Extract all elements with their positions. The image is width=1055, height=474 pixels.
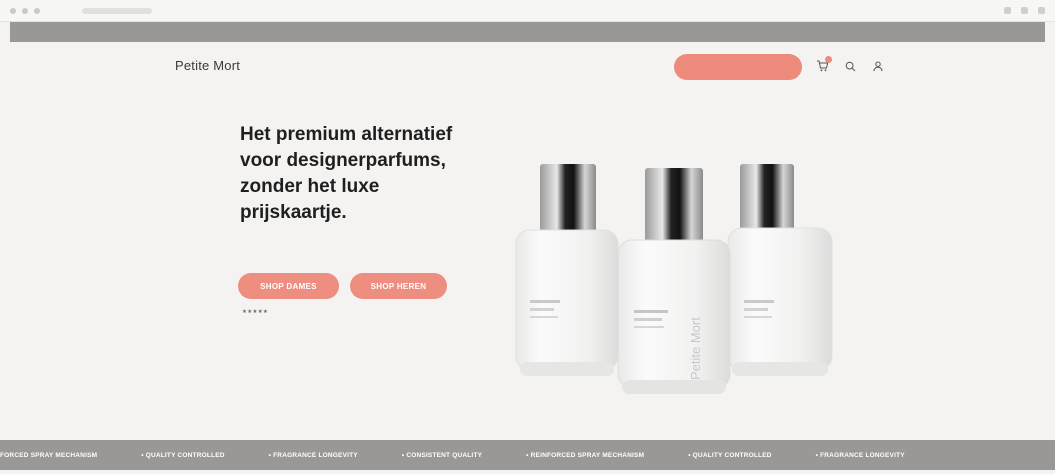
rating-summary: ★★★★★ xyxy=(242,309,271,315)
announcement-bar xyxy=(10,22,1045,42)
hero-buttons: SHOP DAMES SHOP HEREN xyxy=(238,273,447,299)
download-icon[interactable] xyxy=(1038,7,1045,14)
bottle-left xyxy=(515,164,619,376)
search-icon[interactable] xyxy=(843,59,857,73)
extension-icon[interactable] xyxy=(1004,7,1011,14)
header-cta-button[interactable] xyxy=(674,54,802,80)
site-header: Petite Mort xyxy=(0,48,1055,88)
bottle-right xyxy=(727,164,833,376)
hero-title: Het premium alternatief voor designerpar… xyxy=(240,124,453,223)
back-icon[interactable] xyxy=(10,7,16,14)
ticker-item: FORCED SPRAY MECHANISM xyxy=(0,451,98,459)
bookmark-icon[interactable] xyxy=(1021,7,1028,14)
ticker-item: • REINFORCED SPRAY MECHANISM xyxy=(526,451,645,459)
forward-icon[interactable] xyxy=(22,7,28,14)
header-icons xyxy=(815,56,885,73)
cart-icon[interactable] xyxy=(815,56,832,73)
feature-ticker: FORCED SPRAY MECHANISM • QUALITY CONTROLL… xyxy=(0,440,1055,470)
ticker-item: • QUALITY CONTROLLED xyxy=(141,451,225,459)
stars-icon: ★★★★★ xyxy=(242,309,269,315)
reload-icon[interactable] xyxy=(34,7,40,14)
ticker-item: • CONSISTENT QUALITY xyxy=(401,451,483,459)
browser-actions xyxy=(1004,7,1045,14)
bottle-brand-label: Petite Mort xyxy=(688,317,703,380)
cart-badge xyxy=(825,56,832,63)
shop-heren-button[interactable]: SHOP HEREN xyxy=(350,273,447,299)
ticker-item: • FRAGRANCE LONGEVITY xyxy=(268,451,358,459)
address-bar[interactable] xyxy=(82,7,152,14)
account-icon[interactable] xyxy=(871,59,885,73)
product-image: Petite Mort xyxy=(500,150,860,400)
bottle-center xyxy=(617,168,731,394)
browser-toolbar xyxy=(0,0,1055,22)
site-logo[interactable]: Petite Mort xyxy=(175,58,240,73)
ticker-item: • QUALITY CONTROLLED xyxy=(688,451,772,459)
ticker-item: • FRAGRANCE LONGEVITY xyxy=(815,451,905,459)
shop-dames-button[interactable]: SHOP DAMES xyxy=(238,273,339,299)
perfume-bottles-illustration: Petite Mort xyxy=(515,164,833,394)
